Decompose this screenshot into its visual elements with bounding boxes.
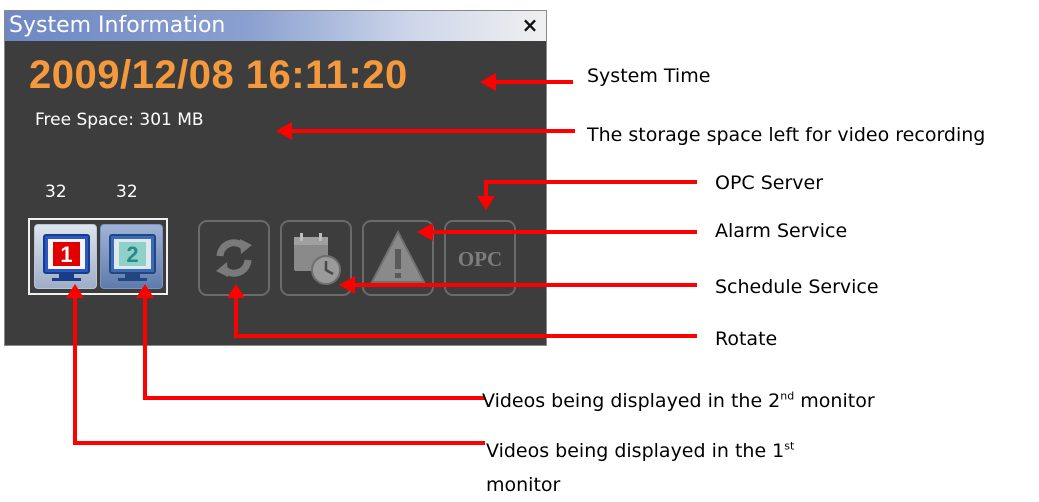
label-schedule-service: Schedule Service [715, 276, 879, 298]
label-opc-server: OPC Server [715, 172, 824, 194]
arrow-rotate [234, 296, 697, 338]
label-monitor-1-ordinal: st [784, 439, 795, 453]
label-storage-space: The storage space left for video recordi… [587, 124, 986, 146]
label-monitor-2-suffix: monitor [794, 390, 875, 412]
arrow-opc [484, 180, 697, 198]
label-system-time: System Time [587, 65, 711, 87]
arrow-monitor-1 [73, 296, 485, 445]
label-rotate: Rotate [715, 328, 778, 350]
arrow-monitor-2 [143, 296, 485, 400]
label-monitor-1: Videos being displayed in the 1st monito… [486, 434, 846, 502]
label-monitor-2-text: Videos being displayed in the 2 [482, 390, 781, 412]
label-alarm-service: Alarm Service [715, 220, 848, 242]
label-monitor-1-text: Videos being displayed in the 1 [486, 440, 785, 462]
label-monitor-2-ordinal: nd [780, 389, 795, 403]
annotation-arrows [66, 73, 697, 445]
label-monitor-2: Videos being displayed in the 2nd monito… [482, 389, 875, 413]
